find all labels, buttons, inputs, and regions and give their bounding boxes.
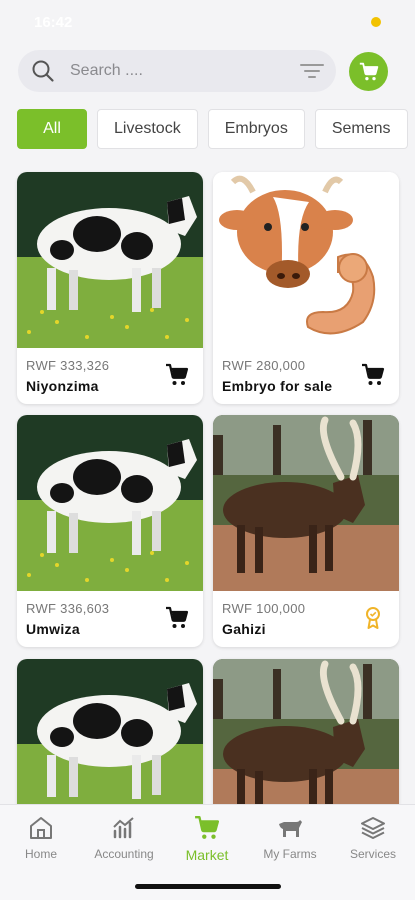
product-card[interactable]: RWF 100,000 Gahizi: [213, 415, 399, 647]
layers-icon: [361, 817, 385, 839]
nav-market-label: Market: [185, 847, 229, 863]
product-price: RWF 280,000: [222, 358, 306, 373]
product-name: Niyonzima: [26, 378, 99, 394]
status-time: 16:42: [34, 14, 73, 31]
battery-icon: [371, 17, 381, 27]
search-bar[interactable]: [18, 50, 336, 92]
chip-embryos[interactable]: Embryos: [207, 109, 305, 149]
accounting-chart-icon: [113, 817, 134, 839]
product-price: RWF 100,000: [222, 601, 306, 616]
nav-accounting[interactable]: Accounting: [84, 815, 164, 861]
nav-services[interactable]: Services: [333, 815, 413, 861]
search-icon: [32, 60, 54, 82]
search-input[interactable]: [70, 50, 290, 92]
chip-livestock[interactable]: Livestock: [97, 109, 198, 149]
nav-my-farms[interactable]: My Farms: [250, 815, 330, 861]
award-icon[interactable]: [361, 606, 385, 630]
product-image-ankole-bull: [213, 415, 399, 591]
cart-icon[interactable]: [361, 363, 385, 387]
product-name: Umwiza: [26, 621, 80, 637]
filter-icon[interactable]: [300, 61, 324, 81]
product-name: Embryo for sale: [222, 378, 333, 394]
market-cart-icon: [195, 815, 220, 839]
product-price: RWF 333,326: [26, 358, 110, 373]
product-card[interactable]: RWF 336,603 Umwiza: [17, 415, 203, 647]
nav-accounting-label: Accounting: [94, 847, 154, 861]
product-name: Gahizi: [222, 621, 266, 637]
product-card[interactable]: RWF 280,000 Embryo for sale: [213, 172, 399, 404]
product-price: RWF 336,603: [26, 601, 110, 616]
chip-all[interactable]: All: [17, 109, 87, 149]
product-card[interactable]: RWF 333,326 Niyonzima: [17, 172, 203, 404]
chip-semens[interactable]: Semens: [314, 109, 408, 149]
cart-icon[interactable]: [165, 606, 189, 630]
home-icon: [30, 817, 52, 839]
nav-home-label: Home: [24, 847, 57, 861]
product-image-holstein-cow: [17, 415, 203, 591]
cart-button[interactable]: [349, 52, 388, 91]
cow-icon: [279, 820, 302, 837]
cart-icon[interactable]: [165, 363, 189, 387]
home-indicator: [135, 884, 281, 889]
nav-home[interactable]: Home: [1, 815, 81, 861]
product-image-cow-embryo-illustration: [213, 172, 399, 348]
category-chips: All Livestock Embryos Semens: [17, 109, 408, 149]
product-image-holstein-cow: [17, 172, 203, 348]
nav-market[interactable]: Market: [167, 815, 247, 863]
nav-services-label: Services: [349, 847, 396, 861]
status-bar: 16:42: [0, 0, 415, 44]
cart-icon: [359, 62, 378, 80]
market-screen: 16:42 All Livestock Embryos Semens: [0, 0, 415, 900]
nav-my-farms-label: My Farms: [263, 847, 317, 861]
